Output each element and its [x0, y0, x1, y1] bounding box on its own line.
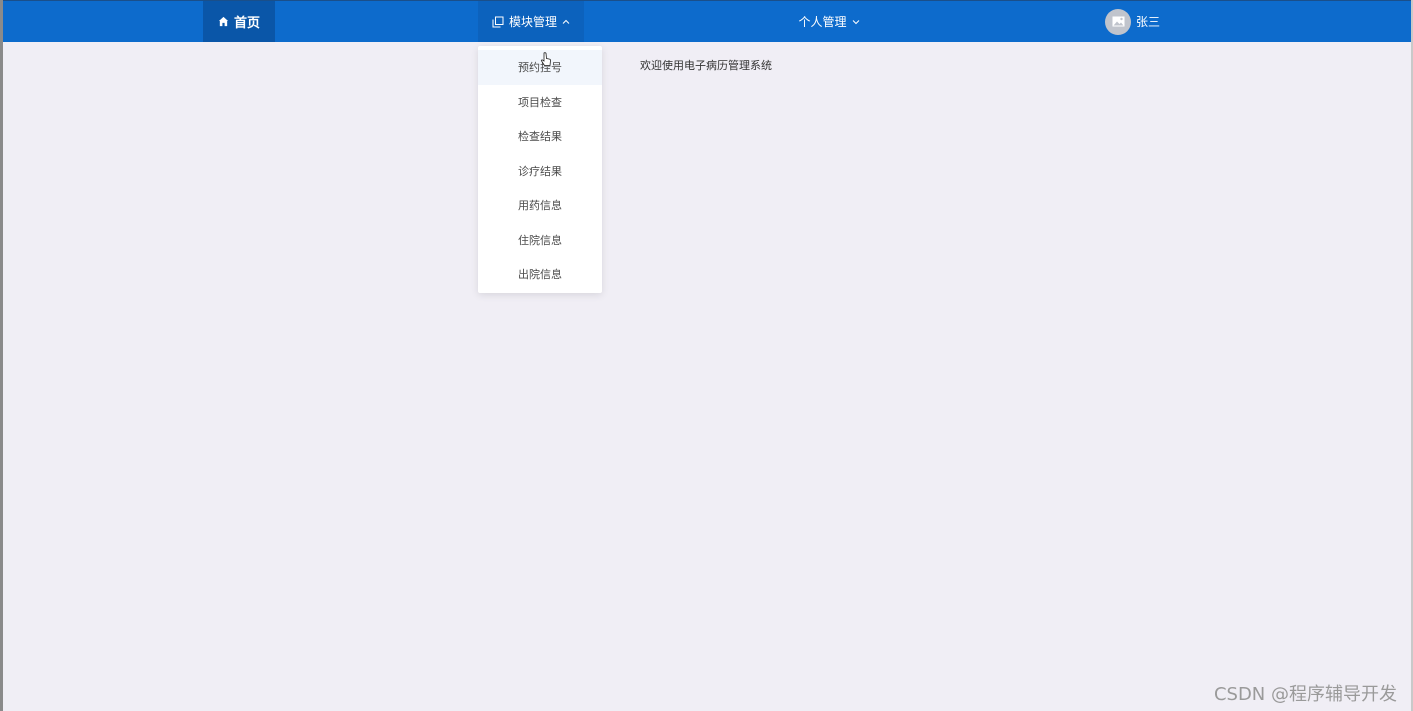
nav-home-label: 首页	[233, 16, 260, 31]
nav-personal-label: 个人管理	[798, 15, 847, 29]
menu-item-diagnosis-result[interactable]: 诊疗结果	[478, 154, 602, 189]
nav-module-label: 模块管理	[508, 15, 557, 29]
nav-home-button[interactable]: 首页	[203, 1, 275, 42]
nav-personal-management[interactable]: 个人管理	[793, 1, 865, 42]
avatar	[1105, 8, 1131, 35]
chevron-up-icon	[562, 18, 570, 26]
window-left-edge	[0, 0, 3, 711]
welcome-message: 欢迎使用电子病历管理系统	[640, 59, 772, 72]
home-icon	[218, 16, 229, 27]
nav-module-management[interactable]: 模块管理	[478, 1, 584, 42]
image-icon	[1112, 16, 1125, 27]
csdn-watermark: CSDN @程序辅导开发	[1213, 684, 1397, 705]
menu-item-medication-info[interactable]: 用药信息	[478, 188, 602, 223]
menu-item-project-check[interactable]: 项目检查	[478, 85, 602, 120]
chevron-down-icon	[852, 18, 860, 26]
menu-item-appointment[interactable]: 预约挂号	[478, 50, 602, 85]
module-dropdown-menu: 预约挂号 项目检查 检查结果 诊疗结果 用药信息 住院信息 出院信息	[478, 46, 602, 293]
nav-user-menu[interactable]: 张三	[1105, 1, 1160, 42]
copy-icon	[492, 16, 504, 28]
top-nav-bar: 首页 模块管理 个人管理 张三	[3, 0, 1411, 42]
user-name: 张三	[1136, 15, 1161, 29]
menu-item-check-result[interactable]: 检查结果	[478, 119, 602, 154]
menu-item-discharge-info[interactable]: 出院信息	[478, 257, 602, 292]
menu-item-inpatient-info[interactable]: 住院信息	[478, 223, 602, 258]
